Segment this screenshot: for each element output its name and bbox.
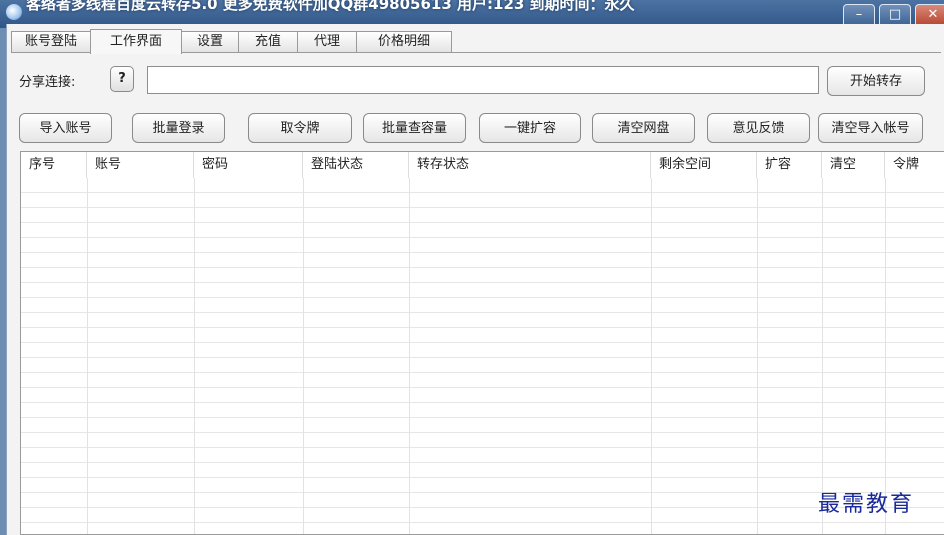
main-panel: 账号登陆 工作界面 设置 充值 代理 价格明细 分享连接: ? 开始转存 导入账… bbox=[6, 24, 944, 535]
clear-netdisk-button[interactable]: 清空网盘 bbox=[592, 113, 695, 143]
column-divider bbox=[409, 178, 410, 534]
batch-login-button[interactable]: 批量登录 bbox=[132, 113, 225, 143]
column-header-password[interactable]: 密码 bbox=[194, 152, 303, 178]
share-link-input[interactable] bbox=[147, 66, 819, 94]
app-icon bbox=[6, 4, 22, 20]
one-click-expand-button[interactable]: 一键扩容 bbox=[479, 113, 581, 143]
column-divider bbox=[822, 178, 823, 534]
column-header-index[interactable]: 序号 bbox=[21, 152, 87, 178]
tab-proxy[interactable]: 代理 bbox=[297, 31, 357, 52]
column-header-free-space[interactable]: 剩余空间 bbox=[651, 152, 757, 178]
tab-recharge[interactable]: 充值 bbox=[238, 31, 298, 52]
column-header-token[interactable]: 令牌 bbox=[885, 152, 944, 178]
tab-work-view[interactable]: 工作界面 bbox=[90, 29, 182, 54]
batch-check-capacity-button[interactable]: 批量查容量 bbox=[363, 113, 466, 143]
get-token-button[interactable]: 取令牌 bbox=[248, 113, 352, 143]
window-title: 客络者多线程百度云转存5.0 更多免费软件加QQ群49805613 用户:123… bbox=[26, 0, 635, 13]
column-divider bbox=[303, 178, 304, 534]
tab-settings[interactable]: 设置 bbox=[181, 31, 239, 52]
column-header-login-status[interactable]: 登陆状态 bbox=[303, 152, 409, 178]
start-transfer-button[interactable]: 开始转存 bbox=[827, 66, 925, 96]
clear-imported-accounts-button[interactable]: 清空导入帐号 bbox=[818, 113, 923, 143]
column-header-account[interactable]: 账号 bbox=[87, 152, 194, 178]
feedback-button[interactable]: 意见反馈 bbox=[707, 113, 810, 143]
column-header-expand[interactable]: 扩容 bbox=[757, 152, 822, 178]
accounts-table[interactable]: 序号 账号 密码 登陆状态 转存状态 剩余空间 扩容 清空 令牌 bbox=[20, 151, 944, 535]
column-header-clear[interactable]: 清空 bbox=[822, 152, 885, 178]
tab-price-details[interactable]: 价格明细 bbox=[356, 31, 452, 52]
tab-account-login[interactable]: 账号登陆 bbox=[11, 31, 91, 52]
column-divider bbox=[757, 178, 758, 534]
app-window: 客络者多线程百度云转存5.0 更多免费软件加QQ群49805613 用户:123… bbox=[0, 0, 944, 535]
column-divider bbox=[651, 178, 652, 534]
share-link-label: 分享连接: bbox=[19, 75, 76, 90]
column-divider bbox=[87, 178, 88, 534]
column-header-transfer-status[interactable]: 转存状态 bbox=[409, 152, 651, 178]
import-accounts-button[interactable]: 导入账号 bbox=[19, 113, 112, 143]
table-body bbox=[21, 178, 944, 534]
table-header: 序号 账号 密码 登陆状态 转存状态 剩余空间 扩容 清空 令牌 bbox=[21, 152, 944, 179]
column-divider bbox=[194, 178, 195, 534]
watermark: 最需教育 bbox=[818, 492, 915, 517]
column-divider bbox=[885, 178, 886, 534]
help-icon[interactable]: ? bbox=[110, 66, 134, 92]
